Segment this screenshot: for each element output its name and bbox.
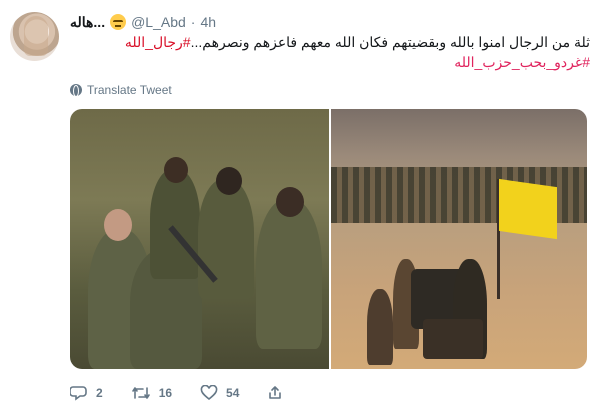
soldier-head [104,209,132,241]
tweet-text: ثلة من الرجال امنوا بالله وبقضيتهم فكان … [70,32,590,72]
heart-icon [200,385,218,401]
retweet-count: 16 [158,386,173,400]
soldier-figure [367,289,393,365]
avatar-figure [24,16,48,56]
reply-button[interactable]: 2 [70,385,103,401]
expressionless-emoji-icon [110,14,127,30]
display-name[interactable]: هاله... [70,14,105,31]
reply-count: 2 [96,386,103,400]
globe-icon [70,84,82,97]
tweet-text-line1: ثلة من الرجال امنوا بالله وبقضيتهم فكان … [70,32,590,52]
like-count: 54 [226,386,240,400]
action-bar: 2 16 54 [70,385,311,401]
photo-soldiers-kneeling[interactable] [70,109,329,369]
soldier-head [164,157,188,183]
share-icon [269,386,282,399]
tweet-text-line2: #غردو_بحب_حزب_الله [70,52,590,72]
hashtag-rijal-allah[interactable]: #رجال_الله [125,34,191,50]
photo-parade-flag[interactable] [331,109,587,369]
tweet-body: ثلة من الرجال امنوا بالله وبقضيتهم فكان … [190,34,590,50]
user-handle[interactable]: @L_Abd [131,14,186,30]
vehicle [423,319,483,359]
reply-icon [70,386,87,401]
media-gallery [70,109,587,369]
soldier-head [216,167,242,195]
timestamp[interactable]: 4h [200,14,216,30]
like-button[interactable]: 54 [200,385,239,401]
translate-label: Translate Tweet [87,83,172,97]
soldier-head [276,187,304,217]
separator-dot: · [190,14,196,30]
soldier-figure [256,199,322,349]
tweet: هاله... @L_Abd · 4h ثلة من الرجال امنوا … [0,0,600,408]
translate-tweet-link[interactable]: Translate Tweet [70,83,172,97]
retweet-icon [131,387,150,399]
hashtag-gharrido[interactable]: #غردو_بحب_حزب_الله [454,54,590,70]
avatar[interactable] [10,12,59,61]
soldier-figure [198,179,254,299]
share-button[interactable] [267,385,283,401]
tweet-header: هاله... @L_Abd · 4h [70,12,216,32]
yellow-flag [499,178,557,240]
retweet-button[interactable]: 16 [131,386,172,400]
soldier-figure [150,169,200,279]
